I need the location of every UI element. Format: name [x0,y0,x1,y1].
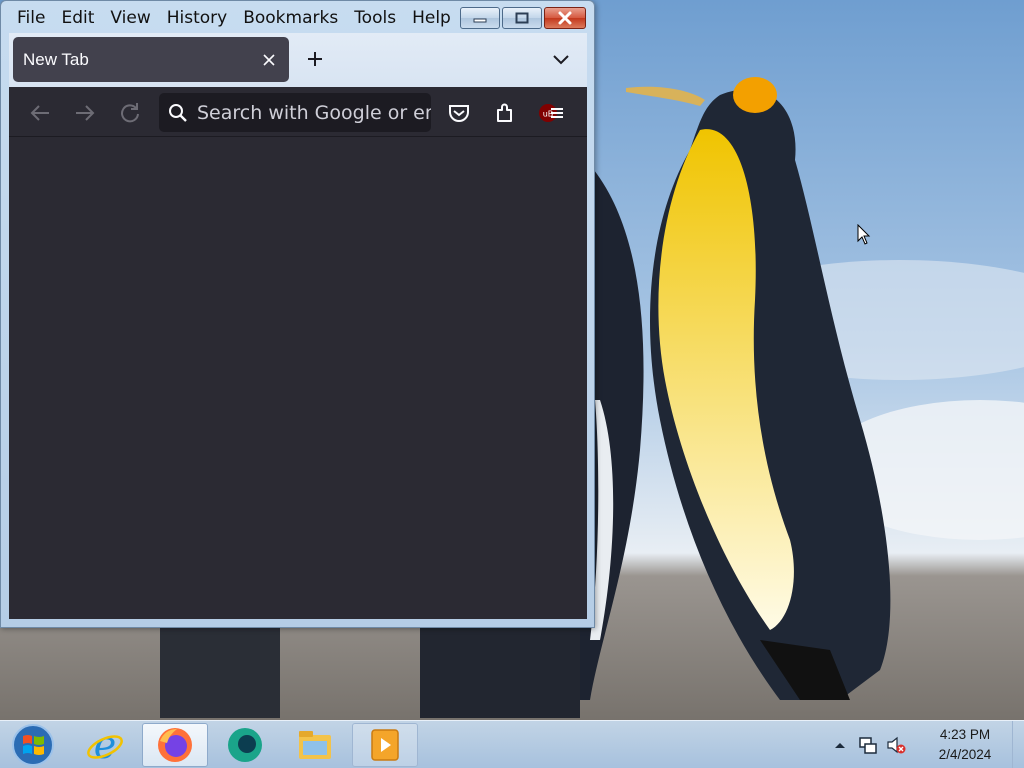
reload-button[interactable] [115,98,145,128]
svg-text:e: e [94,725,117,765]
maximize-icon [515,12,529,24]
pocket-icon [449,105,469,122]
close-window-button[interactable] [544,7,586,29]
puzzle-piece-icon [497,103,512,122]
minimize-button[interactable] [460,7,500,29]
close-icon [558,11,572,25]
network-status-button[interactable] [858,735,878,755]
menu-view[interactable]: View [102,6,158,30]
close-icon [263,53,275,66]
menu-history[interactable]: History [159,6,235,30]
page-content[interactable] [9,138,587,619]
chevron-down-icon [553,55,569,65]
tab-close-button[interactable] [255,46,283,74]
menu-tools[interactable]: Tools [346,6,404,30]
navigation-toolbar: uB [9,87,587,137]
tab-new-tab[interactable]: New Tab [13,37,289,82]
volume-button[interactable] [886,735,906,755]
browser-window: File Edit View History Bookmarks Tools H… [0,0,595,628]
mouse-cursor-icon [857,224,871,245]
menu-edit[interactable]: Edit [53,6,102,30]
minimize-icon [473,18,487,23]
taskbar-firefox[interactable] [142,723,208,767]
internet-explorer-icon: e [87,725,123,765]
network-icon [859,737,877,754]
arrow-right-icon [76,105,95,121]
chevron-up-icon [835,743,845,748]
menu-bar: File Edit View History Bookmarks Tools H… [9,6,459,30]
search-icon [159,93,197,132]
taskbar: e 4:23 PM 2/4/2024 [0,720,1024,768]
window-caption-buttons [460,7,586,29]
show-desktop-button[interactable] [1012,721,1024,768]
url-input[interactable] [197,101,431,124]
arrow-left-icon [30,105,49,121]
back-button[interactable] [25,98,55,128]
menu-file[interactable]: File [9,6,53,30]
taskbar-internet-explorer[interactable]: e [72,723,138,767]
tab-strip: New Tab [9,33,587,87]
plus-icon [308,52,322,66]
clock[interactable]: 4:23 PM 2/4/2024 [930,725,1000,765]
file-explorer-icon [299,731,331,759]
menu-help[interactable]: Help [404,6,459,30]
windows-logo-icon [12,724,54,766]
reload-icon [121,103,139,123]
system-tray: 4:23 PM 2/4/2024 [824,721,1024,768]
new-tab-button[interactable] [301,45,329,73]
menu-bookmarks[interactable]: Bookmarks [235,6,346,30]
tab-title: New Tab [23,49,89,69]
clock-time: 4:23 PM [939,727,991,742]
clock-date: 2/4/2024 [938,747,992,762]
browser-chrome: New Tab Search with Google or enter addr… [9,33,587,619]
media-player-icon [371,729,399,761]
firefox-icon [158,728,192,762]
taskbar-media-player[interactable] [352,723,418,767]
taskbar-file-explorer[interactable] [282,723,348,767]
ublock-shield-icon: uB [539,104,563,122]
extensions-button[interactable] [489,97,521,129]
show-hidden-icons-button[interactable] [830,735,850,755]
url-bar[interactable] [159,93,431,132]
chat-app-icon [228,728,262,762]
forward-button[interactable] [70,98,100,128]
list-all-tabs-button[interactable] [547,45,575,73]
taskbar-chat-app[interactable] [212,723,278,767]
save-to-pocket-button[interactable] [443,97,475,129]
start-button[interactable] [8,724,58,766]
speaker-muted-icon [887,736,906,754]
maximize-button[interactable] [502,7,542,29]
ublock-menu-button[interactable]: uB [535,97,567,129]
